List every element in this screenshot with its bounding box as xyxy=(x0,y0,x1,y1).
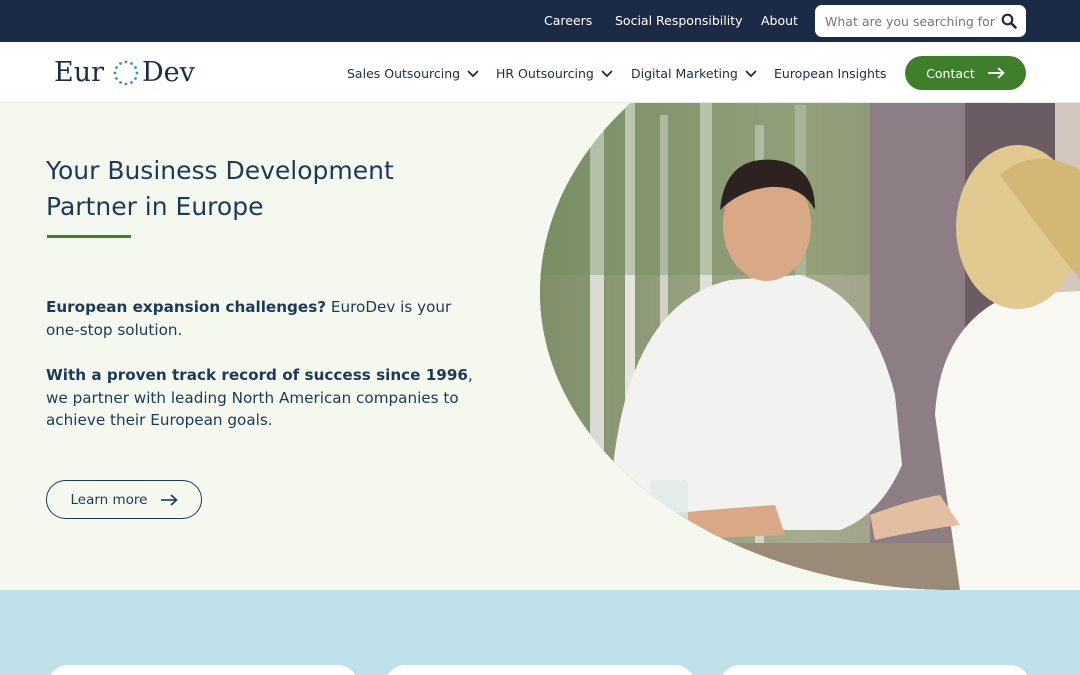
hero-paragraph-2: With a proven track record of success si… xyxy=(46,364,476,432)
service-card[interactable] xyxy=(720,665,1030,675)
social-responsibility-link[interactable]: Social Responsibility xyxy=(615,13,743,28)
services-band xyxy=(0,590,1080,675)
hero-section: Your Business Development Partner in Eur… xyxy=(0,103,1080,590)
main-navigation: Eur Dev Sales Outsourcing HR Outsourcing… xyxy=(0,42,1080,103)
nav-hr-outsourcing-label: HR Outsourcing xyxy=(496,66,594,81)
contact-button[interactable]: Contact xyxy=(905,56,1026,90)
nav-digital-marketing[interactable]: Digital Marketing xyxy=(631,66,758,81)
chevron-down-icon xyxy=(601,69,613,77)
chevron-down-icon xyxy=(745,69,757,77)
service-card[interactable] xyxy=(48,665,358,675)
nav-digital-marketing-label: Digital Marketing xyxy=(631,66,738,81)
logo-text-dev: Dev xyxy=(142,57,195,88)
hero-paragraph-1: European expansion challenges? EuroDev i… xyxy=(46,296,476,341)
hero-paragraph-1-bold: European expansion challenges? xyxy=(46,298,327,316)
eurodev-logo[interactable]: Eur Dev xyxy=(54,56,204,90)
careers-link[interactable]: Careers xyxy=(544,13,592,28)
contact-button-label: Contact xyxy=(926,65,975,81)
business-meeting-image xyxy=(540,103,1080,590)
nav-sales-outsourcing[interactable]: Sales Outsourcing xyxy=(347,66,480,81)
title-underline xyxy=(47,235,131,238)
search-icon[interactable] xyxy=(1001,13,1017,29)
eu-stars-icon xyxy=(113,60,139,86)
search-input[interactable] xyxy=(825,12,997,30)
hero-title: Your Business Development Partner in Eur… xyxy=(46,156,394,221)
nav-sales-outsourcing-label: Sales Outsourcing xyxy=(347,66,461,81)
nav-hr-outsourcing[interactable]: HR Outsourcing xyxy=(496,66,614,81)
arrow-right-icon xyxy=(160,493,178,506)
chevron-down-icon xyxy=(467,69,479,77)
learn-more-label: Learn more xyxy=(70,491,148,508)
nav-european-insights-label: European Insights xyxy=(774,66,887,81)
service-card[interactable] xyxy=(385,665,695,675)
arrow-right-icon xyxy=(987,67,1005,79)
about-link[interactable]: About xyxy=(761,13,798,28)
learn-more-button[interactable]: Learn more xyxy=(46,480,202,519)
top-utility-bar: Careers Social Responsibility About xyxy=(0,0,1080,42)
nav-european-insights[interactable]: European Insights xyxy=(774,66,886,81)
search-box xyxy=(815,5,1026,37)
hero-paragraph-2-bold: With a proven track record of success si… xyxy=(46,366,468,384)
logo-text-eur: Eur xyxy=(54,57,105,88)
hero-photo xyxy=(540,103,1080,590)
